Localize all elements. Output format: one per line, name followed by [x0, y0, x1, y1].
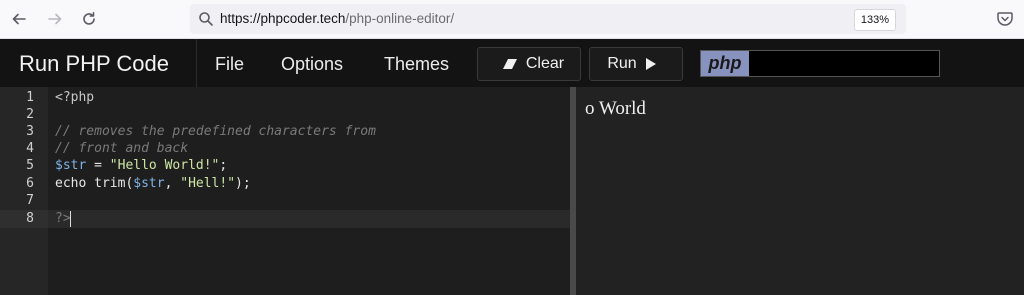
code-line: // removes the predefined characters fro… — [55, 124, 376, 139]
app-title: Run PHP Code — [19, 51, 170, 76]
clear-button-label: Clear — [525, 55, 565, 72]
address-bar[interactable]: https://phpcoder.tech/php-online-editor/… — [190, 4, 906, 34]
code-line: $str = "Hello World!"; — [55, 158, 228, 173]
run-button[interactable]: Run — [589, 47, 683, 81]
clear-button[interactable]: Clear — [477, 47, 581, 81]
header-divider — [196, 39, 197, 87]
url-text: https://phpcoder.tech/php-online-editor/ — [220, 11, 454, 26]
line-number: 6 — [26, 176, 34, 191]
menu-file[interactable]: File — [215, 54, 244, 75]
url-domain: https://phpcoder.tech — [220, 11, 346, 26]
line-number: 3 — [26, 124, 34, 139]
code-editor[interactable]: 1 2 3 4 5 6 7 8 <?php // removes the pre… — [0, 87, 570, 295]
code-line: // front and back — [55, 141, 189, 156]
line-number: 1 — [26, 90, 34, 105]
search-icon — [199, 12, 213, 26]
menu-themes[interactable]: Themes — [384, 54, 449, 75]
line-number-gutter: 1 2 3 4 5 6 7 8 — [0, 87, 48, 295]
code-line: echo trim($str, "Hell!"); — [55, 176, 251, 191]
line-number: 2 — [26, 107, 34, 122]
eraser-icon — [502, 59, 517, 69]
output-panel: o World — [576, 87, 1024, 295]
output-text: o World — [585, 98, 646, 119]
run-button-label: Run — [607, 55, 637, 72]
php-logo: php — [701, 51, 749, 76]
code-line: <?php — [55, 90, 95, 105]
zoom-level-badge[interactable]: 133% — [853, 9, 896, 31]
app-header: Run PHP Code File Options Themes Clear R… — [0, 39, 1024, 87]
menu-options[interactable]: Options — [281, 54, 343, 75]
code-area[interactable]: <?php // removes the predefined characte… — [48, 87, 570, 295]
play-icon — [645, 58, 656, 70]
reload-icon[interactable] — [78, 8, 100, 30]
text-cursor — [70, 211, 71, 227]
line-number: 4 — [26, 141, 34, 156]
forward-arrow-icon[interactable] — [44, 8, 66, 30]
url-path: /php-online-editor/ — [345, 11, 455, 26]
back-arrow-icon[interactable] — [8, 8, 30, 30]
code-line: ?> — [55, 211, 71, 226]
line-number: 7 — [26, 193, 34, 208]
pocket-icon[interactable] — [996, 10, 1014, 28]
line-number: 5 — [26, 158, 34, 173]
browser-toolbar: https://phpcoder.tech/php-online-editor/… — [0, 0, 1024, 39]
active-line-highlight — [48, 210, 570, 228]
line-number: 8 — [26, 211, 34, 226]
language-indicator: php — [700, 50, 940, 77]
